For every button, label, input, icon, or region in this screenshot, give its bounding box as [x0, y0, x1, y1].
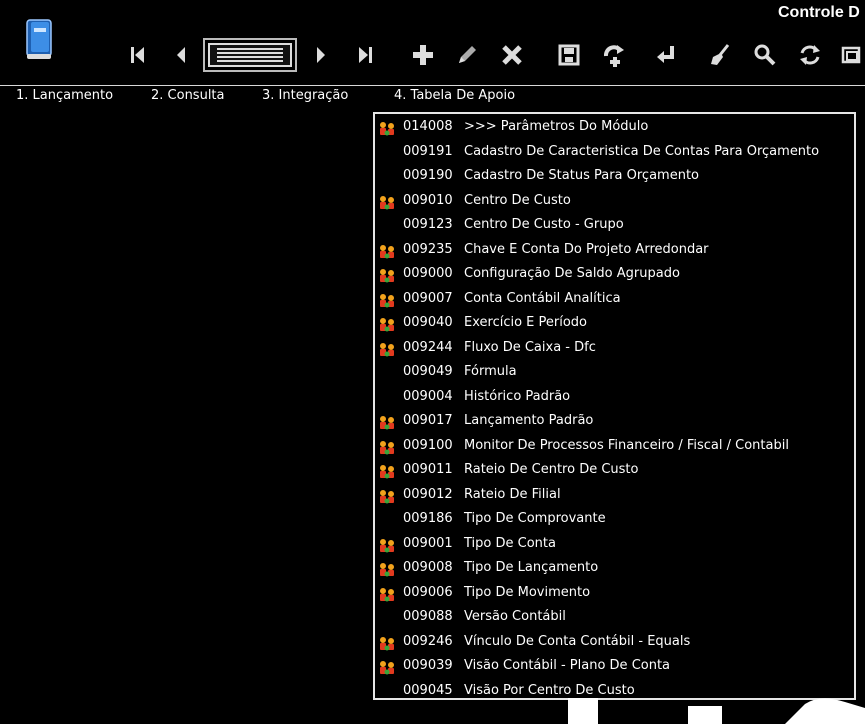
menu-lancamento[interactable]: 1. Lançamento — [16, 88, 113, 103]
last-record-button[interactable] — [350, 38, 380, 72]
edit-pencil-icon — [459, 46, 476, 63]
menu-option-009190[interactable]: 009190 Cadastro De Status Para Orçamento — [375, 166, 845, 190]
menu-option-009006[interactable]: 009006 Tipo De Movimento — [375, 583, 845, 607]
menu-consulta[interactable]: 2. Consulta — [151, 88, 225, 103]
edit-button[interactable] — [452, 38, 482, 72]
module-people-icon — [378, 342, 396, 358]
menu-option-009049[interactable]: 009049 Fórmula — [375, 362, 845, 386]
menu-option-009246[interactable]: 009246 Vínculo De Conta Contábil - Equals — [375, 632, 845, 656]
clear-broom-icon — [711, 44, 730, 65]
last-record-icon — [359, 47, 372, 63]
menu-option-009017[interactable]: 009017 Lançamento Padrão — [375, 411, 845, 435]
next-record-button[interactable] — [306, 38, 336, 72]
module-people-icon — [378, 293, 396, 309]
menu-option-009235[interactable]: 009235 Chave E Conta Do Projeto Arredonda… — [375, 240, 845, 264]
menu-option-009123[interactable]: 009123 Centro De Custo - Grupo — [375, 215, 845, 239]
module-people-icon — [378, 464, 396, 480]
previous-record-button[interactable] — [166, 38, 196, 72]
menu-option-009088[interactable]: 009088 Versão Contábil — [375, 607, 845, 631]
menu-tabela-de-apoio[interactable]: 4. Tabela De Apoio — [394, 88, 515, 103]
main-menu-bar: 1. Lançamento 2. Consulta 3. Integração … — [0, 85, 865, 110]
menu-option-009040[interactable]: 009040 Exercício E Período — [375, 313, 845, 337]
module-people-icon — [378, 244, 396, 260]
menu-option-009008[interactable]: 009008 Tipo De Lançamento — [375, 558, 845, 582]
module-people-icon — [378, 440, 396, 456]
search-button[interactable] — [750, 38, 780, 72]
menu-option-014008[interactable]: 014008 >>> Parâmetros Do Módulo — [375, 117, 845, 141]
module-people-icon — [378, 636, 396, 652]
refresh-icon — [800, 45, 820, 65]
menu-option-009004[interactable]: 009004 Histórico Padrão — [375, 387, 845, 411]
module-people-icon — [378, 562, 396, 578]
menu-option-009039[interactable]: 009039 Visão Contábil - Plano De Conta — [375, 656, 845, 680]
previous-record-icon — [177, 47, 185, 63]
menu-option-009001[interactable]: 009001 Tipo De Conta — [375, 534, 845, 558]
save-button[interactable] — [554, 38, 584, 72]
menu-option-009244[interactable]: 009244 Fluxo De Caixa - Dfc — [375, 338, 845, 362]
background-watermark — [560, 698, 865, 724]
delete-button[interactable] — [497, 38, 527, 72]
return-button[interactable] — [651, 38, 681, 72]
window-button[interactable] — [836, 38, 865, 72]
module-people-icon — [378, 489, 396, 505]
module-people-icon — [378, 195, 396, 211]
record-list-button[interactable] — [203, 38, 297, 72]
menu-option-009012[interactable]: 009012 Rateio De Filial — [375, 485, 845, 509]
menu-option-009000[interactable]: 009000 Configuração De Saldo Agrupado — [375, 264, 845, 288]
next-record-icon — [317, 47, 325, 63]
menu-option-009186[interactable]: 009186 Tipo De Comprovante — [375, 509, 845, 533]
module-people-icon — [378, 587, 396, 603]
clear-button[interactable] — [706, 38, 736, 72]
refresh-button[interactable] — [795, 38, 825, 72]
save-disk-icon — [558, 44, 580, 66]
add-button[interactable] — [408, 38, 438, 72]
menu-option-009011[interactable]: 009011 Rateio De Centro De Custo — [375, 460, 845, 484]
module-people-icon — [378, 660, 396, 676]
module-people-icon — [378, 538, 396, 554]
tabela-de-apoio-dropdown: 014008 >>> Parâmetros Do Módulo 009191 Cad… — [373, 112, 856, 700]
module-people-icon — [378, 317, 396, 333]
app-title: Controle D — [778, 4, 860, 21]
module-people-icon — [378, 415, 396, 431]
window-icon — [841, 46, 861, 64]
record-list-icon — [203, 38, 297, 72]
watermark-shape — [568, 698, 865, 724]
menu-option-009007[interactable]: 009007 Conta Contábil Analítica — [375, 289, 845, 313]
search-icon — [754, 44, 776, 66]
menu-integracao[interactable]: 3. Integração — [262, 88, 348, 103]
menu-option-009100[interactable]: 009100 Monitor De Processos Financeiro / … — [375, 436, 845, 460]
module-people-icon — [378, 121, 396, 137]
delete-x-icon — [502, 45, 522, 65]
first-record-button[interactable] — [123, 38, 153, 72]
copy-add-icon — [604, 45, 624, 67]
copy-add-button[interactable] — [599, 38, 629, 72]
module-people-icon — [378, 268, 396, 284]
menu-option-009010[interactable]: 009010 Centro De Custo — [375, 191, 845, 215]
first-record-icon — [131, 47, 144, 63]
return-arrow-icon — [657, 46, 674, 63]
add-icon — [413, 45, 433, 65]
menu-option-009191[interactable]: 009191 Cadastro De Caracteristica De Cont… — [375, 142, 845, 166]
toolbar — [0, 38, 865, 72]
